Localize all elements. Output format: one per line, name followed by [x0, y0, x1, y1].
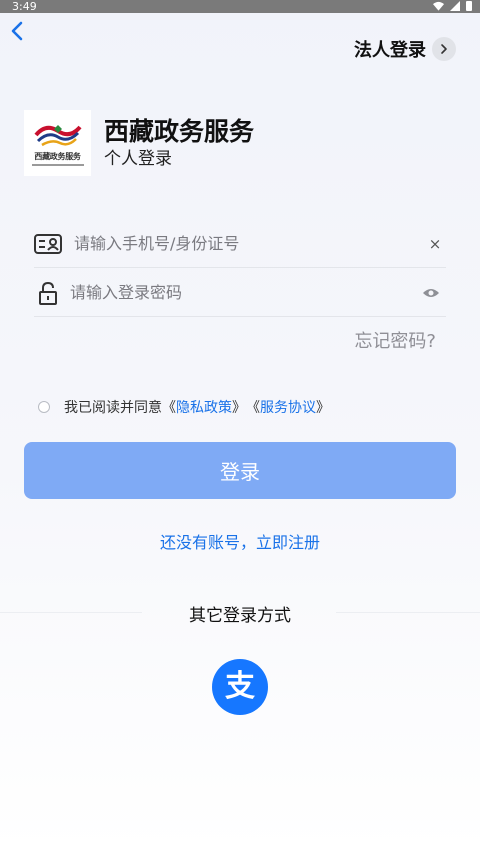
status-bar: 3:49 [0, 0, 480, 13]
eye-icon[interactable] [420, 282, 442, 304]
logo-caption: 西藏政务服务 [34, 151, 81, 161]
other-login-title: 其它登录方式 [189, 606, 291, 626]
chevron-right-icon [432, 37, 456, 61]
lock-icon [34, 281, 62, 305]
app-title: 西藏政务服务 [104, 117, 255, 146]
phone-input[interactable] [74, 234, 424, 253]
corp-login-button[interactable]: 法人登录 [354, 36, 456, 62]
service-agreement-link[interactable]: 服务协议 [260, 397, 316, 417]
agreement-quote-open-2: 《 [246, 400, 260, 416]
agree-checkbox[interactable] [38, 401, 50, 413]
agreement-row: 我已阅读并同意 《 隐私政策 》 《 服务协议 》 [38, 397, 330, 417]
logo-tibetan-script [31, 163, 84, 166]
signal-icon [450, 1, 460, 11]
login-button[interactable]: 登录 [24, 442, 456, 499]
back-icon [11, 21, 23, 41]
alipay-login-button[interactable]: 支 [212, 659, 268, 715]
page-subtitle: 个人登录 [104, 149, 172, 169]
agreement-quote-open-1: 《 [162, 400, 176, 416]
status-time: 3:49 [12, 0, 37, 13]
corp-login-label: 法人登录 [354, 40, 426, 61]
logo-emblem [33, 124, 82, 146]
agreement-quote-close-2: 》 [316, 400, 330, 416]
agreement-prefix: 我已阅读并同意 [64, 400, 162, 416]
password-field [34, 269, 446, 317]
status-icons [433, 1, 472, 11]
wifi-icon [433, 1, 444, 11]
privacy-policy-link[interactable]: 隐私政策 [176, 397, 232, 417]
forgot-password-link[interactable]: 忘记密码? [354, 327, 436, 353]
agreement-quote-close-1: 》 [232, 400, 246, 416]
register-link[interactable]: 还没有账号，立即注册 [0, 529, 480, 553]
clear-icon[interactable]: × [424, 233, 446, 255]
alipay-icon: 支 [225, 669, 255, 704]
phone-field: × [34, 220, 446, 268]
battery-icon [466, 1, 472, 11]
app-logo: 西藏政务服务 [24, 110, 91, 176]
id-card-icon [34, 232, 62, 256]
back-button[interactable] [6, 20, 28, 42]
divider-right [336, 612, 480, 613]
password-input[interactable] [70, 283, 420, 302]
